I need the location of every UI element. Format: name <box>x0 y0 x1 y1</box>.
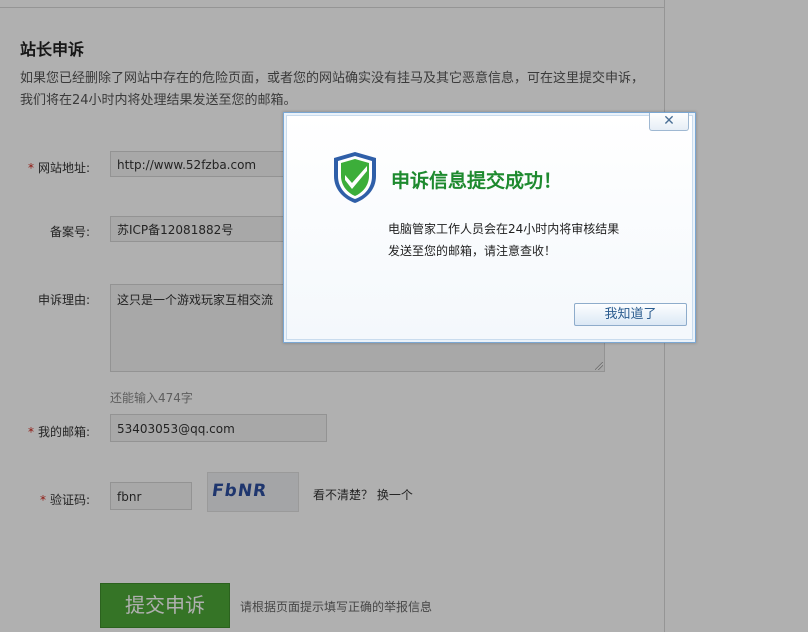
shield-check-icon <box>331 150 379 204</box>
page: 站长申诉 如果您已经删除了网站中存在的危险页面，或者您的网站确实没有挂马及其它恶… <box>0 0 808 632</box>
icp-input[interactable]: 苏ICP备12081882号 <box>110 216 285 242</box>
captcha-refresh: 看不清楚？ 换一个 <box>313 486 413 503</box>
intro-text: 如果您已经删除了网站中存在的危险页面，或者您的网站确实没有挂马及其它恶意信息，可… <box>20 71 645 108</box>
email-label: * 我的邮箱: <box>10 423 90 440</box>
captcha-input[interactable]: fbnr <box>110 482 192 510</box>
close-icon[interactable]: ✕ <box>649 113 689 131</box>
required-mark: * <box>27 425 34 439</box>
reason-remaining: 还能输入474字 <box>110 391 193 405</box>
submit-appeal-button[interactable]: 提交申诉 <box>100 583 230 628</box>
captcha-label: * 验证码: <box>10 491 90 508</box>
dialog-body: 申诉信息提交成功！ 电脑管家工作人员会在24小时内将审核结果 发送至您的邮箱，请… <box>286 115 693 340</box>
email-label-text: 我的邮箱: <box>37 425 90 439</box>
dialog-message-line: 发送至您的邮箱，请注意查收！ <box>388 244 557 258</box>
submit-hint: 请根据页面提示填写正确的举报信息 <box>240 600 433 614</box>
dialog-message: 电脑管家工作人员会在24小时内将审核结果 发送至您的邮箱，请注意查收！ <box>388 218 619 262</box>
success-dialog: 申诉信息提交成功！ 电脑管家工作人员会在24小时内将审核结果 发送至您的邮箱，请… <box>283 112 696 343</box>
reason-text: 这只是一个游戏玩家互相交流 <box>117 293 274 307</box>
icp-label-text: 备案号: <box>49 225 90 239</box>
required-mark: * <box>39 493 46 507</box>
page-title: 站长申诉 <box>20 40 85 59</box>
reason-label-text: 申诉理由: <box>37 293 90 307</box>
site-label-text: 网站地址: <box>37 161 90 175</box>
dialog-message-line: 电脑管家工作人员会在24小时内将审核结果 <box>388 222 620 236</box>
dialog-title: 申诉信息提交成功！ <box>391 170 563 192</box>
site-label: * 网站地址: <box>10 159 90 176</box>
captcha-unclear-text: 看不清楚？ <box>313 488 374 502</box>
captcha-image-text: FbNR <box>210 481 269 501</box>
required-mark: * <box>27 161 34 175</box>
email-input[interactable]: 53403053@qq.com <box>110 414 327 442</box>
top-divider <box>0 7 664 8</box>
icp-label: 备案号: <box>10 223 90 240</box>
captcha-label-text: 验证码: <box>49 493 90 507</box>
captcha-refresh-link[interactable]: 换一个 <box>377 488 413 502</box>
resize-grip-icon[interactable] <box>595 362 603 370</box>
reason-label: 申诉理由: <box>10 291 90 308</box>
site-url-input[interactable]: http://www.52fzba.com <box>110 151 285 177</box>
dialog-ok-button[interactable]: 我知道了 <box>574 303 687 326</box>
captcha-image[interactable]: FbNR <box>207 472 299 512</box>
